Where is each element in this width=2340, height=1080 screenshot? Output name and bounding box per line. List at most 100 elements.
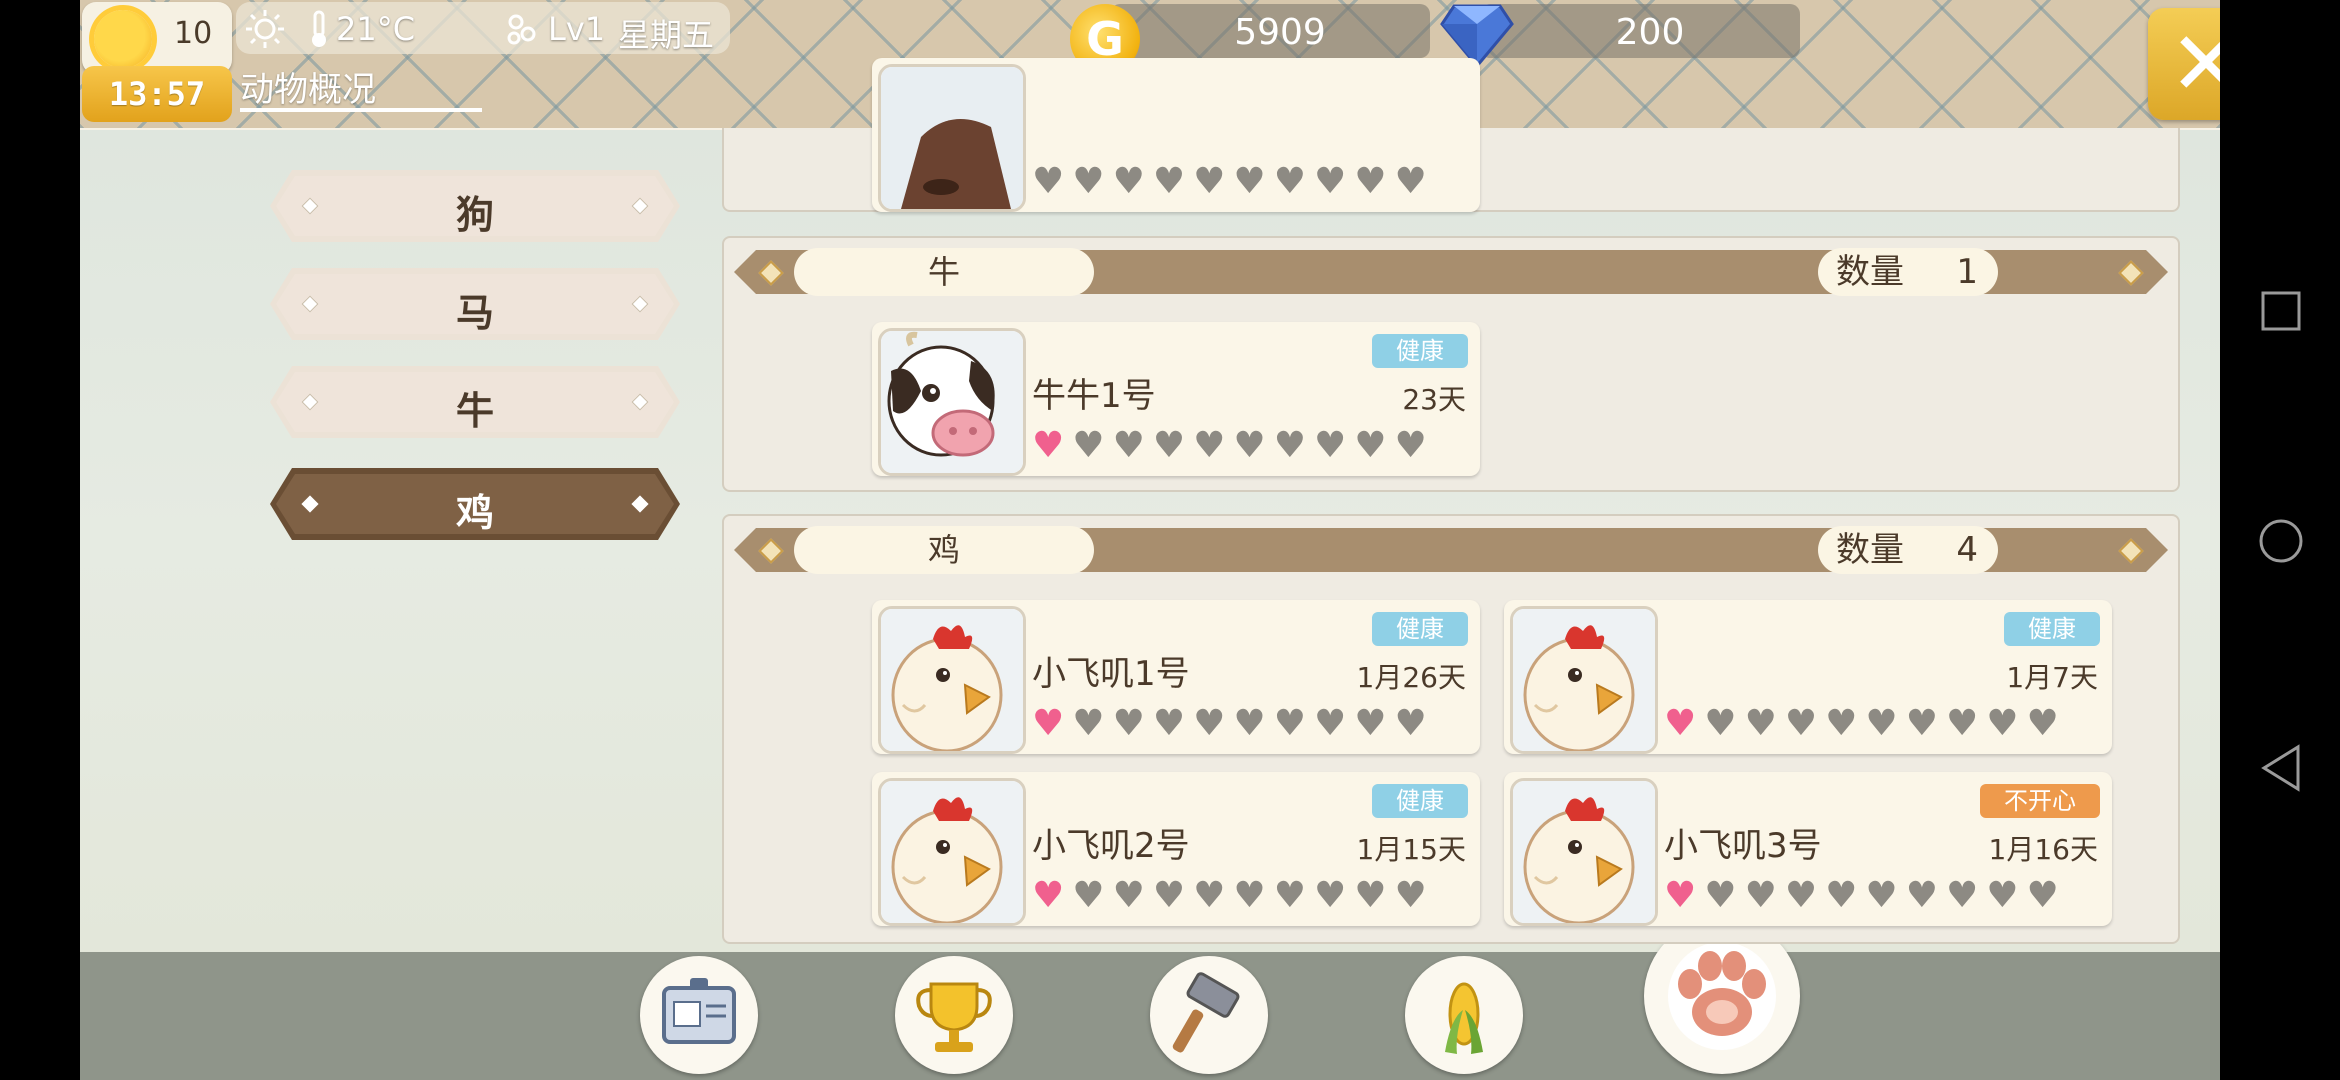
recent-apps-icon[interactable] xyxy=(2260,290,2302,332)
trophy-icon xyxy=(916,982,992,1052)
heart-icon: ♥ xyxy=(1273,703,1306,744)
back-icon[interactable] xyxy=(2260,744,2302,792)
gem-counter[interactable]: 200 xyxy=(1480,4,1800,58)
heart-icon: ♥ xyxy=(1072,875,1105,916)
status-badge: 健康 xyxy=(1372,784,1468,818)
heart-icon: ♥ xyxy=(1152,703,1186,744)
status-badge: 健康 xyxy=(1372,612,1468,646)
category-button[interactable]: 马 xyxy=(270,268,680,340)
horse-avatar xyxy=(878,64,1026,212)
home-icon[interactable] xyxy=(2258,518,2304,564)
heart-icon: ♥ xyxy=(1072,703,1105,744)
category-label: 鸡 xyxy=(455,491,494,535)
animal-card-horse[interactable]: ♥ ♥ ♥ ♥ ♥ ♥ ♥ ♥ ♥ ♥ xyxy=(872,58,1480,212)
game-viewport: 10 13:57 21°C Lv1 星期五 动物概况 5909 G 200 ♥ … xyxy=(80,0,2220,1080)
heart-icon: ♥ xyxy=(1825,703,1858,744)
group-name: 牛 xyxy=(794,248,1094,296)
heart-icon: ♥ xyxy=(1193,425,1226,466)
category-label: 马 xyxy=(455,291,494,335)
animal-avatar xyxy=(878,606,1026,754)
heart-icon: ♥ xyxy=(1032,161,1065,202)
affection-hearts: ♥ ♥ ♥ ♥ ♥ ♥ ♥ ♥ ♥ ♥ xyxy=(1032,164,1427,200)
clover-icon xyxy=(507,14,536,45)
heart-icon: ♥ xyxy=(1152,875,1186,916)
heart-icon: ♥ xyxy=(1744,875,1777,916)
weather-sun-icon xyxy=(246,10,284,48)
heart-icon: ♥ xyxy=(1986,875,2019,916)
heart-icon: ♥ xyxy=(1032,703,1065,744)
gold-counter[interactable]: 5909 xyxy=(1110,4,1430,58)
heart-icon: ♥ xyxy=(1273,875,1306,916)
level-text: Lv1 xyxy=(548,10,606,48)
animal-age: 1月7天 xyxy=(2006,661,2098,694)
animal-card[interactable]: 健康 小飞叽2号 1月15天 ♥ ♥ ♥ ♥ ♥ ♥ ♥ ♥ ♥ ♥ xyxy=(872,772,1480,926)
animal-age: 1月16天 xyxy=(1988,833,2098,866)
affection-hearts: ♥ ♥ ♥ ♥ ♥ ♥ ♥ ♥ ♥ ♥ xyxy=(1032,706,1427,742)
heart-icon: ♥ xyxy=(1825,875,1858,916)
nav-build-button[interactable] xyxy=(1150,956,1268,1074)
heart-icon: ♥ xyxy=(1704,875,1737,916)
group-count: 数量 1 xyxy=(1818,248,1998,296)
heart-icon: ♥ xyxy=(1313,703,1347,744)
animal-card[interactable]: 不开心 小飞叽3号 1月16天 ♥ ♥ ♥ ♥ ♥ ♥ ♥ ♥ ♥ ♥ xyxy=(1504,772,2112,926)
temperature-text: 21°C xyxy=(336,10,416,48)
heart-icon: ♥ xyxy=(1193,161,1226,202)
heart-icon: ♥ xyxy=(1354,703,1387,744)
category-label: 狗 xyxy=(455,193,494,237)
nav-crops-button[interactable] xyxy=(1405,956,1523,1074)
heart-icon: ♥ xyxy=(1394,703,1427,744)
animal-age: 23天 xyxy=(1402,383,1466,416)
heart-icon: ♥ xyxy=(2026,703,2059,744)
animal-age: 1月26天 xyxy=(1356,661,1466,694)
heart-icon: ♥ xyxy=(1313,425,1347,466)
heart-icon: ♥ xyxy=(1193,703,1226,744)
day-badge[interactable]: 10 xyxy=(82,2,232,74)
animal-card[interactable]: 健康 小飞叽1号 1月26天 ♥ ♥ ♥ ♥ ♥ ♥ ♥ ♥ ♥ ♥ xyxy=(872,600,1480,754)
heart-icon: ♥ xyxy=(1664,875,1697,916)
heart-icon: ♥ xyxy=(1072,161,1105,202)
chicken-icon xyxy=(881,609,1023,751)
heart-icon: ♥ xyxy=(1313,875,1347,916)
category-button[interactable]: 鸡 xyxy=(270,468,680,540)
heart-icon: ♥ xyxy=(1112,703,1145,744)
game-clock: 13:57 xyxy=(82,66,232,122)
animal-avatar xyxy=(1510,606,1658,754)
heart-icon: ♥ xyxy=(1273,161,1306,202)
tab-animal-overview[interactable]: 动物概况 xyxy=(240,62,376,111)
heart-icon: ♥ xyxy=(1112,875,1145,916)
thermometer-icon xyxy=(312,10,326,47)
heart-icon: ♥ xyxy=(1032,425,1065,466)
heart-icon: ♥ xyxy=(1664,703,1697,744)
nav-achievement-button[interactable] xyxy=(895,956,1013,1074)
nav-profile-button[interactable] xyxy=(640,956,758,1074)
heart-icon: ♥ xyxy=(1354,161,1387,202)
group-name: 鸡 xyxy=(794,526,1094,574)
status-badge: 不开心 xyxy=(1980,784,2100,818)
category-button[interactable]: 狗 xyxy=(270,170,680,242)
heart-icon: ♥ xyxy=(1072,425,1105,466)
animal-name: 牛牛1号 xyxy=(1032,376,1156,416)
status-badge: 健康 xyxy=(2004,612,2100,646)
heart-icon: ♥ xyxy=(1032,875,1065,916)
group-header-banner: 牛 数量 1 xyxy=(734,246,2168,298)
status-badge: 健康 xyxy=(1372,334,1468,368)
corn-icon xyxy=(1445,982,1483,1054)
animal-group-panel: 鸡数量 4 健康 小飞叽1号 1月26天 ♥ ♥ ♥ ♥ ♥ ♥ ♥ ♥ ♥ ♥ 健康 1月7天 ♥ ♥ ♥ ♥ ♥ ♥ ♥ ♥… xyxy=(722,514,2180,944)
tab-underline xyxy=(240,108,482,112)
category-button[interactable]: 牛 xyxy=(270,366,680,438)
heart-icon: ♥ xyxy=(1945,703,1979,744)
group-header-banner: 鸡 数量 4 xyxy=(734,524,2168,576)
hammer-icon xyxy=(1172,972,1240,1053)
weekday-text: 星期五 xyxy=(618,16,715,54)
heart-icon: ♥ xyxy=(1865,703,1898,744)
animal-card[interactable]: 健康 牛牛1号 23天 ♥ ♥ ♥ ♥ ♥ ♥ ♥ ♥ ♥ ♥ xyxy=(872,322,1480,476)
animal-card[interactable]: 健康 1月7天 ♥ ♥ ♥ ♥ ♥ ♥ ♥ ♥ ♥ ♥ xyxy=(1504,600,2112,754)
count-label: 数量 xyxy=(1836,530,1904,570)
chicken-icon xyxy=(881,781,1023,923)
heart-icon: ♥ xyxy=(1273,425,1306,466)
affection-hearts: ♥ ♥ ♥ ♥ ♥ ♥ ♥ ♥ ♥ ♥ xyxy=(1664,706,2059,742)
info-pill: 21°C Lv1 星期五 xyxy=(236,2,730,54)
heart-icon: ♥ xyxy=(1905,875,1938,916)
id-card-icon xyxy=(662,978,736,1044)
count-value: 4 xyxy=(1956,530,1978,570)
